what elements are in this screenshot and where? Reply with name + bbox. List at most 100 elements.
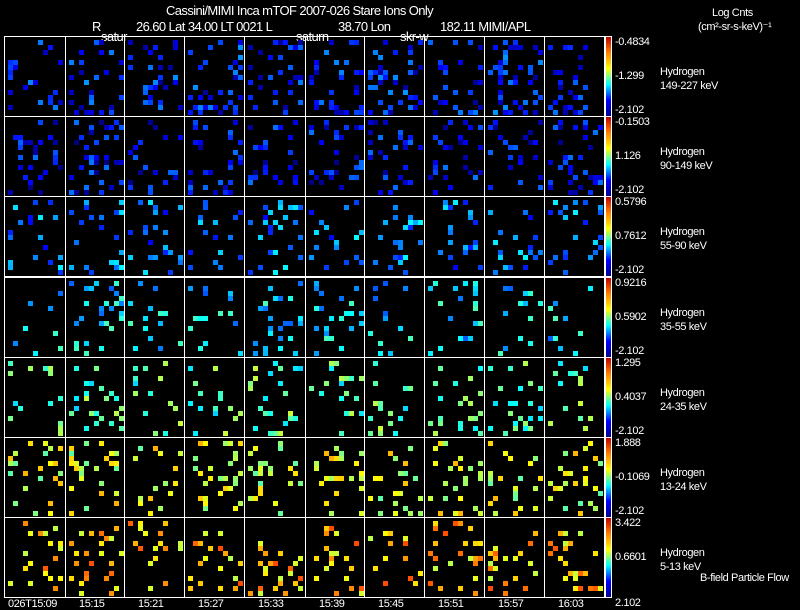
heatmap-pixel <box>69 281 74 286</box>
heatmap-pixel <box>418 100 423 105</box>
heatmap-pixel <box>403 145 408 150</box>
heatmap-pixel <box>198 541 203 546</box>
heatmap-pixel <box>38 100 43 105</box>
panel-cell <box>124 357 185 438</box>
heatmap-pixel <box>193 381 198 386</box>
heatmap-pixel <box>13 341 18 346</box>
heatmap-pixel <box>329 336 334 341</box>
heatmap-pixel <box>293 160 298 165</box>
heatmap-pixel <box>13 205 18 210</box>
heatmap-pixel <box>138 200 143 205</box>
heatmap-pixel <box>368 416 373 421</box>
heatmap-pixel <box>173 406 178 411</box>
heatmap-pixel <box>8 75 13 80</box>
heatmap-pixel <box>288 336 293 341</box>
heatmap-pixel <box>468 376 473 381</box>
heatmap-pixel <box>573 210 578 215</box>
heatmap-pixel <box>324 531 329 536</box>
heatmap-pixel <box>8 581 13 586</box>
heatmap-pixel <box>583 125 588 130</box>
heatmap-pixel <box>203 230 208 235</box>
heatmap-pixel <box>148 306 153 311</box>
heatmap-pixel <box>433 566 438 571</box>
panel-cell <box>124 36 185 117</box>
heatmap-pixel <box>553 316 558 321</box>
heatmap-pixel <box>208 546 213 551</box>
heatmap-pixel <box>548 496 553 501</box>
heatmap-pixel <box>238 411 243 416</box>
heatmap-pixel <box>498 351 503 356</box>
heatmap-pixel <box>533 456 538 461</box>
heatmap-pixel <box>583 466 588 471</box>
heatmap-pixel <box>43 170 48 175</box>
heatmap-pixel <box>349 301 354 306</box>
heatmap-pixel <box>478 170 483 175</box>
lon-readout: 182.11 MIMI/APL <box>440 19 531 34</box>
heatmap-pixel <box>153 225 158 230</box>
heatmap-pixel <box>153 255 158 260</box>
heatmap-pixel <box>298 45 303 50</box>
heatmap-pixel <box>18 165 23 170</box>
heatmap-pixel <box>203 556 208 561</box>
heatmap-pixel <box>403 556 408 561</box>
heatmap-pixel <box>148 391 153 396</box>
heatmap-pixel <box>523 301 528 306</box>
heatmap-pixel <box>583 105 588 110</box>
heatmap-pixel <box>48 511 53 516</box>
heatmap-pixel <box>438 511 443 516</box>
colorbar-max: 0.9216 <box>615 277 647 289</box>
heatmap-pixel <box>344 125 349 130</box>
heatmap-pixel <box>408 511 413 516</box>
heatmap-pixel <box>158 376 163 381</box>
panel-cell <box>124 277 185 358</box>
heatmap-pixel <box>354 200 359 205</box>
heatmap-pixel <box>493 401 498 406</box>
heatmap-pixel <box>8 105 13 110</box>
heatmap-pixel <box>373 120 378 125</box>
heatmap-pixel <box>238 65 243 70</box>
heatmap-pixel <box>58 471 63 476</box>
panel-cell <box>424 116 485 197</box>
heatmap-pixel <box>488 210 493 215</box>
heatmap-pixel <box>193 125 198 130</box>
heatmap-pixel <box>563 451 568 456</box>
heatmap-pixel <box>553 255 558 260</box>
heatmap-pixel <box>248 80 253 85</box>
heatmap-pixel <box>563 546 568 551</box>
heatmap-pixel <box>344 391 349 396</box>
heatmap-pixel <box>583 45 588 50</box>
heatmap-pixel <box>478 366 483 371</box>
panel-cell <box>4 116 66 197</box>
heatmap-pixel <box>314 245 319 250</box>
heatmap-pixel <box>588 416 593 421</box>
heatmap-pixel <box>478 65 483 70</box>
heatmap-pixel <box>478 431 483 436</box>
heatmap-pixel <box>583 220 588 225</box>
heatmap-pixel <box>528 401 533 406</box>
heatmap-pixel <box>533 75 538 80</box>
heatmap-pixel <box>23 471 28 476</box>
heatmap-pixel <box>383 155 388 160</box>
heatmap-pixel <box>84 506 89 511</box>
heatmap-pixel <box>473 576 478 581</box>
heatmap-pixel <box>79 165 84 170</box>
heatmap-pixel <box>368 431 373 436</box>
heatmap-pixel <box>598 235 603 240</box>
heatmap-pixel <box>523 361 528 366</box>
heatmap-pixel <box>448 120 453 125</box>
colorbar-mid: 0.4037 <box>615 391 647 403</box>
heatmap-pixel <box>503 581 508 586</box>
heatmap-pixel <box>69 100 74 105</box>
heatmap-pixel <box>109 571 114 576</box>
heatmap-pixel <box>578 95 583 100</box>
heatmap-pixel <box>458 521 463 526</box>
heatmap-pixel <box>38 120 43 125</box>
heatmap-pixel <box>448 145 453 150</box>
heatmap-pixel <box>258 471 263 476</box>
heatmap-pixel <box>69 511 74 516</box>
heatmap-pixel <box>233 586 238 591</box>
heatmap-pixel <box>314 556 319 561</box>
panel-cell <box>244 517 306 598</box>
heatmap-pixel <box>448 316 453 321</box>
heatmap-pixel <box>443 496 448 501</box>
